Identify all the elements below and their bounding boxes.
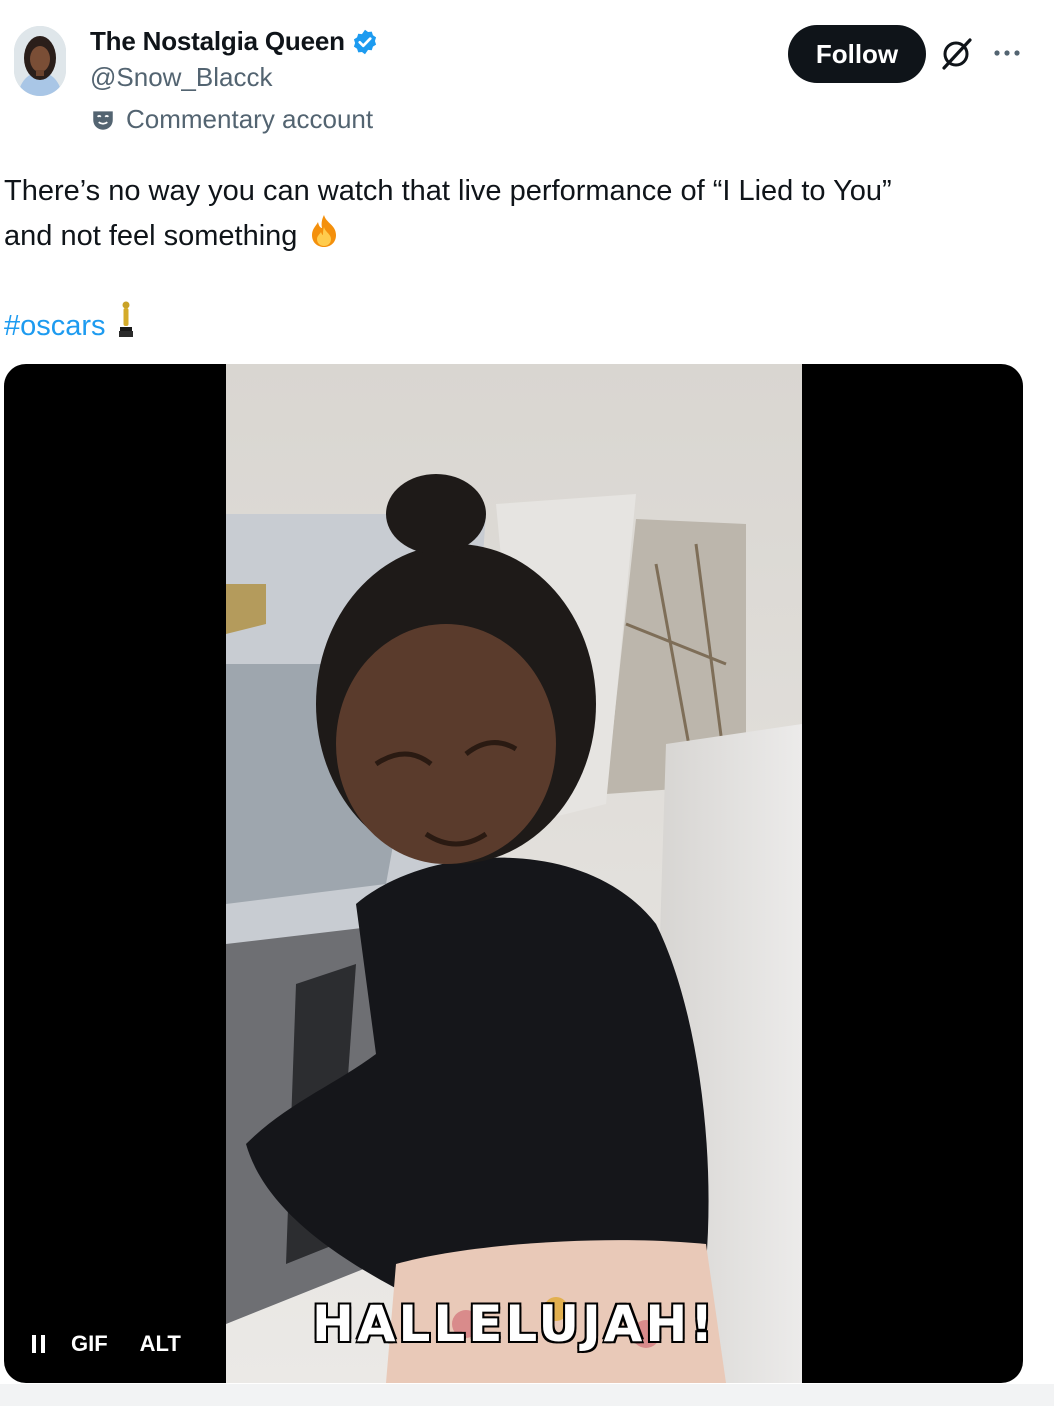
fire-emoji — [306, 213, 342, 262]
gif-controls: GIF ALT — [32, 1331, 181, 1357]
grok-icon[interactable] — [940, 36, 974, 72]
gif-frame: HALLELUJAH! — [226, 364, 802, 1383]
commentary-account-label: Commentary account — [90, 104, 373, 135]
gif-media[interactable]: HALLELUJAH! GIF ALT — [4, 364, 1023, 1383]
avatar[interactable] — [14, 26, 66, 96]
gif-image — [226, 364, 802, 1383]
bottom-divider — [0, 1384, 1054, 1406]
tweet-text-line-2: and not feel something — [4, 213, 1004, 262]
tweet-text: There’s no way you can watch that live p… — [4, 170, 1004, 262]
author-display-name[interactable]: The Nostalgia Queen — [90, 26, 345, 57]
avatar-image — [14, 26, 66, 96]
author-name-row[interactable]: The Nostalgia Queen — [90, 26, 379, 57]
hashtag-link[interactable]: #oscars — [4, 305, 106, 348]
pause-icon[interactable] — [32, 1334, 45, 1354]
hashtag-row: #oscars — [4, 300, 136, 353]
verified-badge-icon — [351, 28, 379, 56]
follow-button[interactable]: Follow — [788, 25, 926, 83]
tweet-text-line-1: There’s no way you can watch that live p… — [4, 175, 892, 207]
commentary-mask-icon — [90, 107, 116, 133]
author-handle[interactable]: @Snow_Blacck — [90, 62, 272, 93]
gif-caption: HALLELUJAH! — [311, 1295, 717, 1353]
commentary-label-text: Commentary account — [126, 104, 374, 134]
more-icon[interactable] — [990, 38, 1024, 68]
alt-text-button[interactable]: ALT — [140, 1331, 181, 1357]
tweet-text-line-2-text: and not feel something — [4, 220, 298, 253]
oscar-emoji — [116, 300, 136, 353]
gif-badge: GIF — [71, 1331, 108, 1356]
